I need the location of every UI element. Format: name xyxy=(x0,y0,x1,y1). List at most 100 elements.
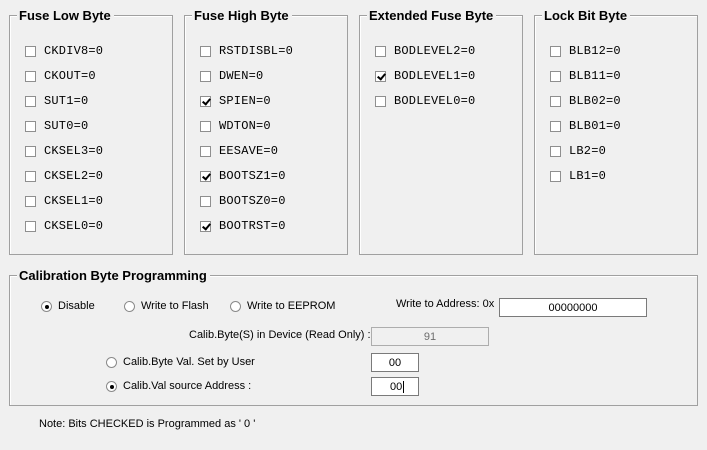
checkbox[interactable] xyxy=(550,70,561,82)
fuse-bit-label[interactable]: SUT0=0 xyxy=(44,119,88,133)
fuse-bit-label[interactable]: BOOTSZ0=0 xyxy=(219,194,286,208)
fuse-bit-label[interactable]: RSTDISBL=0 xyxy=(219,44,293,58)
fuse-bit-checkbox-row[interactable]: CKSEL0=0 xyxy=(25,219,103,233)
write-to-flash-label[interactable]: Write to Flash xyxy=(141,300,209,312)
fuse-bit-label[interactable]: CKOUT=0 xyxy=(44,69,96,83)
fuse-bit-checkbox-row[interactable]: BODLEVEL2=0 xyxy=(375,44,475,58)
fuse-bit-label[interactable]: CKDIV8=0 xyxy=(44,44,103,58)
checkbox[interactable] xyxy=(200,195,211,207)
calibration-group: Calibration Byte Programming Disable Wri… xyxy=(9,268,698,406)
fuse-bit-label[interactable]: CKSEL2=0 xyxy=(44,169,103,183)
fuse-bit-label[interactable]: BODLEVEL2=0 xyxy=(394,44,475,58)
fuse-bit-checkbox-row[interactable]: CKSEL1=0 xyxy=(25,194,103,208)
checkbox[interactable] xyxy=(25,220,36,232)
fuse-bit-checkbox-row[interactable]: RSTDISBL=0 xyxy=(200,44,293,58)
fuse-bit-checkbox-row[interactable]: BOOTSZ1=0 xyxy=(200,169,286,183)
fuse-bit-label[interactable]: BLB02=0 xyxy=(569,94,621,108)
note-text: Note: Bits CHECKED is Programmed as ' 0 … xyxy=(39,418,256,430)
write-address-label: Write to Address: 0x xyxy=(396,298,495,310)
fuse-bit-checkbox-row[interactable]: CKDIV8=0 xyxy=(25,44,103,58)
source-address-input[interactable]: 00 xyxy=(371,377,419,396)
fuse-bit-checkbox-row[interactable]: BODLEVEL1=0 xyxy=(375,69,475,83)
extended-fuse-byte-group: Extended Fuse Byte BODLEVEL2=0 BODLEVEL1=… xyxy=(359,8,523,255)
device-bytes-field: 91 xyxy=(371,327,489,346)
fuse-bit-checkbox-row[interactable]: CKSEL3=0 xyxy=(25,144,103,158)
checkbox[interactable] xyxy=(25,95,36,107)
fuse-bit-checkbox-row[interactable]: CKOUT=0 xyxy=(25,69,96,83)
checkbox[interactable] xyxy=(200,170,211,182)
source-address-value: 00 xyxy=(390,380,403,393)
fuse-bit-label[interactable]: CKSEL0=0 xyxy=(44,219,103,233)
checkbox[interactable] xyxy=(25,170,36,182)
checkbox[interactable] xyxy=(550,120,561,132)
fuse-bit-label[interactable]: SUT1=0 xyxy=(44,94,88,108)
fuse-bit-label[interactable]: WDTON=0 xyxy=(219,119,271,133)
fuse-bit-label[interactable]: SPIEN=0 xyxy=(219,94,271,108)
fuse-bit-checkbox-row[interactable]: WDTON=0 xyxy=(200,119,271,133)
fuse-low-byte-group: Fuse Low Byte CKDIV8=0 CKOUT=0 SUT1=0 SUT0=… xyxy=(9,8,173,255)
fuse-bit-label[interactable]: LB2=0 xyxy=(569,144,606,158)
checkbox[interactable] xyxy=(550,145,561,157)
checkbox[interactable] xyxy=(375,95,386,107)
fuse-bit-checkbox-row[interactable]: SUT0=0 xyxy=(25,119,88,133)
checkbox[interactable] xyxy=(200,70,211,82)
set-by-user-radio[interactable] xyxy=(106,357,117,368)
device-bytes-label: Calib.Byte(S) in Device (Read Only) : xyxy=(189,329,371,341)
fuse-bit-checkbox-row[interactable]: BLB02=0 xyxy=(550,94,621,108)
fuse-bit-checkbox-row[interactable]: BLB12=0 xyxy=(550,44,621,58)
write-address-input[interactable]: 00000000 xyxy=(499,298,647,317)
fuse-bit-label[interactable]: BOOTSZ1=0 xyxy=(219,169,286,183)
fuse-bit-checkbox-row[interactable]: BLB11=0 xyxy=(550,69,621,83)
fuse-bit-checkbox-row[interactable]: LB1=0 xyxy=(550,169,606,183)
fuse-bit-label[interactable]: BLB01=0 xyxy=(569,119,621,133)
fuse-bit-label[interactable]: BLB11=0 xyxy=(569,69,621,83)
calibration-title: Calibration Byte Programming xyxy=(17,268,210,283)
fuse-bit-label[interactable]: CKSEL1=0 xyxy=(44,194,103,208)
disable-radio[interactable] xyxy=(41,301,52,312)
set-by-user-input[interactable]: 00 xyxy=(371,353,419,372)
extended-fuse-byte-title: Extended Fuse Byte xyxy=(367,8,497,23)
fuse-bit-label[interactable]: BLB12=0 xyxy=(569,44,621,58)
checkbox[interactable] xyxy=(200,95,211,107)
checkbox[interactable] xyxy=(550,170,561,182)
fuse-bit-label[interactable]: BODLEVEL0=0 xyxy=(394,94,475,108)
fuse-bit-checkbox-row[interactable]: BOOTSZ0=0 xyxy=(200,194,286,208)
checkbox[interactable] xyxy=(375,70,386,82)
write-to-eeprom-radio[interactable] xyxy=(230,301,241,312)
checkbox[interactable] xyxy=(200,145,211,157)
checkbox[interactable] xyxy=(200,45,211,57)
fuse-bit-checkbox-row[interactable]: BLB01=0 xyxy=(550,119,621,133)
fuse-bit-checkbox-row[interactable]: BOOTRST=0 xyxy=(200,219,286,233)
fuse-bit-checkbox-row[interactable]: LB2=0 xyxy=(550,144,606,158)
disable-label[interactable]: Disable xyxy=(58,300,95,312)
fuse-bit-label[interactable]: CKSEL3=0 xyxy=(44,144,103,158)
checkbox[interactable] xyxy=(200,120,211,132)
checkbox[interactable] xyxy=(25,145,36,157)
fuse-bit-label[interactable]: EESAVE=0 xyxy=(219,144,278,158)
lock-bit-byte-title: Lock Bit Byte xyxy=(542,8,631,23)
fuse-bit-label[interactable]: BOOTRST=0 xyxy=(219,219,286,233)
fuse-bit-checkbox-row[interactable]: CKSEL2=0 xyxy=(25,169,103,183)
fuse-bit-checkbox-row[interactable]: SPIEN=0 xyxy=(200,94,271,108)
fuse-bit-checkbox-row[interactable]: BODLEVEL0=0 xyxy=(375,94,475,108)
checkbox[interactable] xyxy=(200,220,211,232)
write-to-flash-radio[interactable] xyxy=(124,301,135,312)
write-to-eeprom-label[interactable]: Write to EEPROM xyxy=(247,300,335,312)
fuse-bit-label[interactable]: BODLEVEL1=0 xyxy=(394,69,475,83)
source-address-radio[interactable] xyxy=(106,381,117,392)
source-address-label[interactable]: Calib.Val source Address : xyxy=(123,380,251,392)
fuse-bit-checkbox-row[interactable]: SUT1=0 xyxy=(25,94,88,108)
checkbox[interactable] xyxy=(550,95,561,107)
set-by-user-label[interactable]: Calib.Byte Val. Set by User xyxy=(123,356,255,368)
fuse-bit-label[interactable]: DWEN=0 xyxy=(219,69,263,83)
fuse-bit-checkbox-row[interactable]: DWEN=0 xyxy=(200,69,263,83)
checkbox[interactable] xyxy=(25,195,36,207)
checkbox[interactable] xyxy=(25,120,36,132)
checkbox[interactable] xyxy=(25,45,36,57)
checkbox[interactable] xyxy=(25,70,36,82)
checkbox[interactable] xyxy=(375,45,386,57)
fuse-bit-label[interactable]: LB1=0 xyxy=(569,169,606,183)
checkbox[interactable] xyxy=(550,45,561,57)
fuse-bit-checkbox-row[interactable]: EESAVE=0 xyxy=(200,144,278,158)
fuse-low-byte-title: Fuse Low Byte xyxy=(17,8,114,23)
